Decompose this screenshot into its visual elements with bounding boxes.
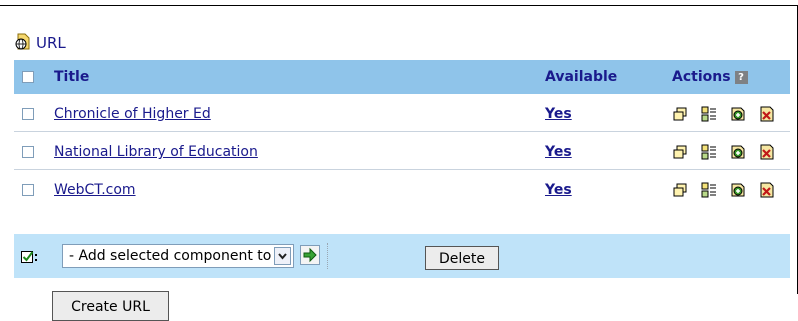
column-title[interactable]: Title <box>54 60 545 94</box>
table-header: Title Available Actions? <box>14 60 790 94</box>
row-checkbox[interactable] <box>22 145 34 158</box>
divider <box>327 243 328 269</box>
table-row: National Library of Education Yes <box>14 131 790 170</box>
table-row: WebCT.com Yes <box>14 169 790 207</box>
delete-icon[interactable] <box>759 182 775 198</box>
column-actions: Actions? <box>672 60 790 94</box>
select-all-checkbox[interactable] <box>22 71 34 83</box>
checked-selection-icon <box>21 249 39 268</box>
component-heading: URL <box>15 32 66 54</box>
row-actions <box>672 169 790 207</box>
add-icon[interactable] <box>730 144 746 160</box>
edit-icon[interactable] <box>672 106 688 122</box>
row-checkbox[interactable] <box>22 183 34 196</box>
url-title-link[interactable]: National Library of Education <box>54 144 258 160</box>
row-actions <box>672 94 790 132</box>
available-link[interactable]: Yes <box>545 182 572 198</box>
edit-icon[interactable] <box>672 144 688 160</box>
add-component-select-value: - Add selected component to - <box>69 248 281 264</box>
url-title-link[interactable]: WebCT.com <box>54 182 136 198</box>
add-icon[interactable] <box>730 182 746 198</box>
properties-icon[interactable] <box>701 106 717 122</box>
available-link[interactable]: Yes <box>545 144 572 160</box>
table-row: Chronicle of Higher Ed Yes <box>14 94 790 132</box>
go-arrow-button[interactable] <box>300 245 320 265</box>
properties-icon[interactable] <box>701 144 717 160</box>
frame-top-border <box>0 5 798 6</box>
actions-label: Actions <box>672 69 731 85</box>
column-available[interactable]: Available <box>545 60 672 94</box>
row-actions <box>672 131 790 170</box>
add-icon[interactable] <box>730 106 746 122</box>
delete-icon[interactable] <box>759 144 775 160</box>
url-table: Title Available Actions? Chronicle of Hi… <box>14 60 790 207</box>
add-component-select[interactable]: - Add selected component to - <box>62 244 294 268</box>
available-link[interactable]: Yes <box>545 106 572 122</box>
create-url-button[interactable]: Create URL <box>52 291 169 321</box>
url-title-link[interactable]: Chronicle of Higher Ed <box>54 106 211 122</box>
globe-doc-icon <box>15 33 31 54</box>
delete-icon[interactable] <box>759 106 775 122</box>
bulk-action-bar: - Add selected component to - Delete <box>14 234 790 281</box>
edit-icon[interactable] <box>672 182 688 198</box>
chevron-down-icon[interactable] <box>274 247 291 265</box>
properties-icon[interactable] <box>701 182 717 198</box>
component-title: URL <box>36 34 66 52</box>
help-icon[interactable]: ? <box>734 70 748 84</box>
row-checkbox[interactable] <box>22 107 34 120</box>
delete-button[interactable]: Delete <box>425 246 499 270</box>
